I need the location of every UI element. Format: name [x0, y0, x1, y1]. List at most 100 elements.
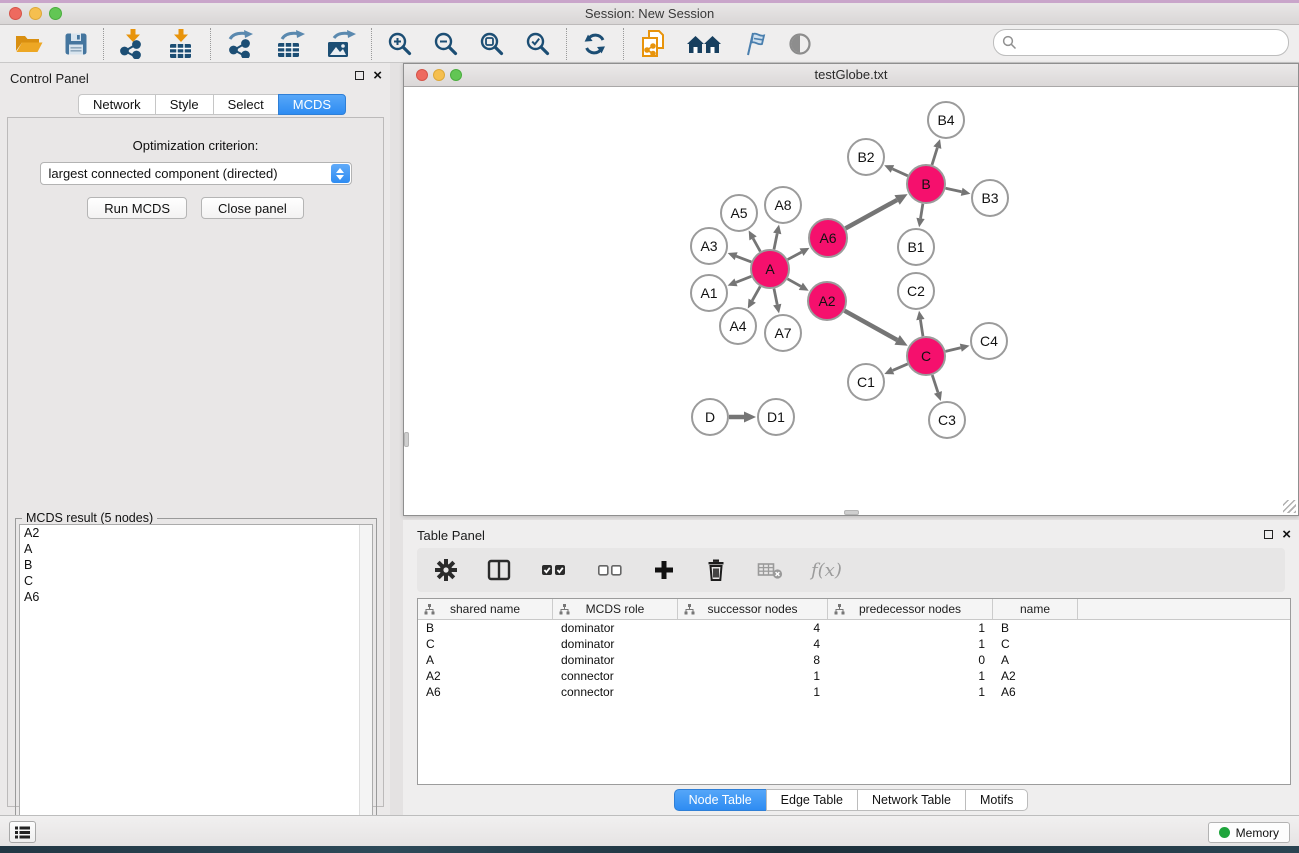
- graph-edge[interactable]: [773, 289, 781, 314]
- graph-node[interactable]: C: [907, 337, 945, 375]
- deselect-all-button[interactable]: [595, 554, 625, 586]
- close-panel-button[interactable]: Close panel: [201, 197, 304, 219]
- column-header-predecessor-nodes[interactable]: predecessor nodes: [828, 599, 993, 619]
- table-row[interactable]: A6connector11A6: [418, 684, 1290, 700]
- network-close-button[interactable]: [416, 69, 428, 81]
- result-item[interactable]: A6: [20, 589, 372, 605]
- export-network-button[interactable]: [224, 28, 258, 60]
- close-panel-icon[interactable]: ×: [373, 70, 382, 81]
- minimize-window-button[interactable]: [29, 7, 42, 20]
- zoom-out-button[interactable]: [431, 28, 461, 60]
- tab-network-table[interactable]: Network Table: [857, 789, 965, 811]
- table-row[interactable]: Cdominator41C: [418, 636, 1290, 652]
- graph-node[interactable]: C2: [898, 273, 934, 309]
- float-table-panel-icon[interactable]: [1264, 530, 1273, 539]
- network-graph[interactable]: B4B2BB3B1A5A8A6A3AC2A1A2A4A7C4CC1DD1C3: [404, 87, 1298, 515]
- tab-network[interactable]: Network: [78, 94, 155, 115]
- result-item[interactable]: A2: [20, 525, 372, 541]
- graph-node[interactable]: A5: [721, 195, 757, 231]
- mcds-result-list[interactable]: A2ABCA6: [19, 524, 373, 852]
- graph-node[interactable]: A2: [808, 282, 846, 320]
- graph-edge[interactable]: [844, 311, 907, 346]
- zoom-selected-button[interactable]: [523, 28, 553, 60]
- delete-table-button[interactable]: [755, 554, 785, 586]
- horizontal-scroll-thumb[interactable]: [844, 510, 859, 515]
- graph-edge[interactable]: [884, 364, 907, 374]
- column-header-shared-name[interactable]: shared name: [418, 599, 553, 619]
- network-maximize-button[interactable]: [450, 69, 462, 81]
- graph-node[interactable]: B1: [898, 229, 934, 265]
- resize-grip[interactable]: [1283, 500, 1296, 513]
- table-row[interactable]: Bdominator41B: [418, 620, 1290, 636]
- graph-node[interactable]: A1: [691, 275, 727, 311]
- graph-node[interactable]: A7: [765, 315, 801, 351]
- graph-node[interactable]: A8: [765, 187, 801, 223]
- graph-node[interactable]: A6: [809, 219, 847, 257]
- column-header-successor-nodes[interactable]: successor nodes: [678, 599, 828, 619]
- refresh-button[interactable]: [580, 28, 610, 60]
- column-view-button[interactable]: [485, 554, 513, 586]
- tab-motifs[interactable]: Motifs: [965, 789, 1028, 811]
- graph-edge[interactable]: [945, 344, 969, 352]
- delete-button[interactable]: [703, 554, 729, 586]
- graph-node[interactable]: A4: [720, 308, 756, 344]
- graph-edge[interactable]: [884, 165, 908, 176]
- column-header-name[interactable]: name: [993, 599, 1078, 619]
- network-minimize-button[interactable]: [433, 69, 445, 81]
- graph-node[interactable]: B2: [848, 139, 884, 175]
- graph-edge[interactable]: [932, 139, 941, 165]
- graph-edge[interactable]: [916, 204, 924, 227]
- search-box[interactable]: [993, 29, 1289, 56]
- function-builder-button[interactable]: f(x): [811, 560, 842, 581]
- graph-edge[interactable]: [916, 311, 924, 336]
- zoom-fit-button[interactable]: [477, 28, 507, 60]
- graph-edge[interactable]: [788, 248, 810, 260]
- tab-node-table[interactable]: Node Table: [674, 789, 766, 811]
- graph-edge[interactable]: [932, 375, 942, 401]
- graph-node[interactable]: A: [751, 250, 789, 288]
- graph-node[interactable]: D1: [758, 399, 794, 435]
- close-window-button[interactable]: [9, 7, 22, 20]
- column-header-mcds-role[interactable]: MCDS role: [553, 599, 678, 619]
- annotation-button[interactable]: [739, 28, 769, 60]
- import-network-button[interactable]: [117, 28, 149, 60]
- graph-node[interactable]: A3: [691, 228, 727, 264]
- graph-edge[interactable]: [787, 279, 808, 291]
- task-history-button[interactable]: [9, 821, 36, 843]
- run-mcds-button[interactable]: Run MCDS: [87, 197, 187, 219]
- tab-edge-table[interactable]: Edge Table: [766, 789, 857, 811]
- graph-edge[interactable]: [728, 276, 752, 286]
- network-window-titlebar[interactable]: testGlobe.txt: [404, 64, 1298, 87]
- result-item[interactable]: C: [20, 573, 372, 589]
- graph-node[interactable]: B: [907, 165, 945, 203]
- graph-node[interactable]: C3: [929, 402, 965, 438]
- eye-button[interactable]: [785, 28, 815, 60]
- graph-node[interactable]: B4: [928, 102, 964, 138]
- result-item[interactable]: A: [20, 541, 372, 557]
- copy-network-button[interactable]: [637, 28, 669, 60]
- export-table-button[interactable]: [274, 28, 308, 60]
- add-button[interactable]: [651, 554, 677, 586]
- search-input[interactable]: [1017, 35, 1267, 50]
- open-session-button[interactable]: [12, 28, 46, 60]
- graph-node[interactable]: D: [692, 399, 728, 435]
- table-settings-button[interactable]: [433, 554, 459, 586]
- home-button[interactable]: [685, 28, 723, 60]
- graph-edge[interactable]: [773, 225, 781, 250]
- vertical-scroll-thumb[interactable]: [404, 432, 409, 447]
- graph-node[interactable]: B3: [972, 180, 1008, 216]
- zoom-in-button[interactable]: [385, 28, 415, 60]
- import-table-button[interactable]: [165, 28, 197, 60]
- table-row[interactable]: A2connector11A2: [418, 668, 1290, 684]
- graph-node[interactable]: C4: [971, 323, 1007, 359]
- export-image-button[interactable]: [324, 28, 358, 60]
- criterion-dropdown[interactable]: largest connected component (directed): [40, 162, 352, 185]
- tab-select[interactable]: Select: [213, 94, 278, 115]
- maximize-window-button[interactable]: [49, 7, 62, 20]
- graph-edge[interactable]: [749, 230, 761, 251]
- select-all-button[interactable]: [539, 554, 569, 586]
- table-row[interactable]: Adominator80A: [418, 652, 1290, 668]
- save-session-button[interactable]: [62, 28, 90, 60]
- result-item[interactable]: B: [20, 557, 372, 573]
- result-scrollbar[interactable]: [359, 525, 372, 851]
